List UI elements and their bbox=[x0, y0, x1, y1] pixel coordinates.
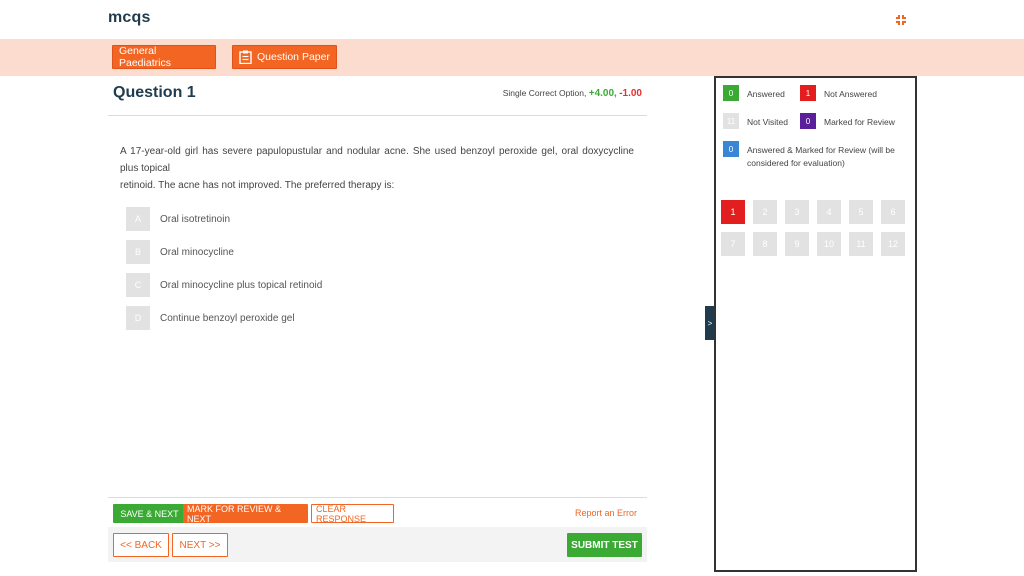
brand-logo[interactable]: mcqs bbox=[108, 9, 151, 27]
option-a[interactable]: A Oral isotretinoin bbox=[126, 207, 526, 231]
question-text: A 17-year-old girl has severe papulopust… bbox=[120, 143, 634, 194]
option-b[interactable]: B Oral minocycline bbox=[126, 240, 526, 264]
legend-not-visited: 11 Not Visited bbox=[723, 113, 803, 129]
question-number-button[interactable]: 3 bbox=[785, 200, 809, 224]
question-number-button[interactable]: 7 bbox=[721, 232, 745, 256]
legend-label: Not Answered bbox=[824, 89, 877, 99]
section-bar: General Paediatrics Question Paper bbox=[0, 39, 1024, 76]
question-text-line: retinoid. The acne has not improved. The… bbox=[120, 180, 395, 191]
marking-scheme: Single Correct Option, +4.00, -1.00 bbox=[503, 88, 642, 99]
option-text: Oral minocycline plus topical retinoid bbox=[160, 279, 323, 291]
question-header: Question 1 Single Correct Option, +4.00,… bbox=[108, 76, 647, 116]
question-number-button[interactable]: 6 bbox=[881, 200, 905, 224]
not-visited-count: 11 bbox=[723, 113, 739, 129]
option-letter: D bbox=[126, 306, 150, 330]
option-c[interactable]: C Oral minocycline plus topical retinoid bbox=[126, 273, 526, 297]
subject-label: General Paediatrics bbox=[119, 45, 171, 69]
question-number-button[interactable]: 2 bbox=[753, 200, 777, 224]
submit-test-button[interactable]: SUBMIT TEST bbox=[567, 533, 642, 557]
question-number-button[interactable]: 11 bbox=[849, 232, 873, 256]
option-letter: C bbox=[126, 273, 150, 297]
question-paper-button[interactable]: Question Paper bbox=[232, 45, 337, 69]
subject-tab-button[interactable]: General Paediatrics bbox=[112, 45, 216, 69]
back-button[interactable]: << BACK bbox=[113, 533, 169, 557]
question-number-button[interactable]: 8 bbox=[753, 232, 777, 256]
question-title: Question 1 bbox=[113, 84, 196, 101]
question-text-line: A 17-year-old girl has severe papulopust… bbox=[120, 146, 634, 174]
legend-label: Marked for Review bbox=[824, 117, 895, 127]
next-button[interactable]: NEXT >> bbox=[172, 533, 228, 557]
report-error-link[interactable]: Report an Error bbox=[575, 508, 637, 518]
question-paper-label: Question Paper bbox=[257, 51, 330, 63]
question-number-button[interactable]: 9 bbox=[785, 232, 809, 256]
legend-answered: 0 Answered bbox=[723, 85, 803, 101]
option-text: Oral isotretinoin bbox=[160, 213, 231, 225]
action-bar: SAVE & NEXT MARK FOR REVIEW & NEXT CLEAR… bbox=[108, 497, 647, 527]
legend-label: Answered bbox=[747, 89, 785, 99]
legend-not-answered: 1 Not Answered bbox=[800, 85, 910, 101]
negative-marks: -1.00 bbox=[619, 88, 642, 99]
save-next-button[interactable]: SAVE & NEXT bbox=[113, 504, 186, 523]
question-number-button[interactable]: 12 bbox=[881, 232, 905, 256]
legend-label: Answered & Marked for Review (will be co… bbox=[747, 145, 895, 168]
marked-count: 0 bbox=[800, 113, 816, 129]
legend-answered-marked: 0 Answered & Marked for Review (will be … bbox=[723, 141, 908, 170]
option-text: Oral minocycline bbox=[160, 246, 234, 258]
legend-label: Not Visited bbox=[747, 117, 788, 127]
answered-count: 0 bbox=[723, 85, 739, 101]
fullscreen-icon[interactable] bbox=[895, 14, 907, 26]
answered-marked-count: 0 bbox=[723, 141, 739, 157]
question-number-button[interactable]: 5 bbox=[849, 200, 873, 224]
mark-review-next-button[interactable]: MARK FOR REVIEW & NEXT bbox=[183, 504, 308, 524]
question-palette-panel: 0 Answered 1 Not Answered 11 Not Visited… bbox=[714, 76, 917, 572]
not-answered-count: 1 bbox=[800, 85, 816, 101]
question-number-button[interactable]: 4 bbox=[817, 200, 841, 224]
option-text: Continue benzoyl peroxide gel bbox=[160, 312, 295, 324]
top-bar: mcqs bbox=[0, 0, 1024, 39]
legend-marked: 0 Marked for Review bbox=[800, 113, 912, 129]
navigation-bar: << BACK NEXT >> SUBMIT TEST bbox=[108, 527, 647, 562]
clipboard-icon bbox=[239, 50, 252, 64]
option-letter: B bbox=[126, 240, 150, 264]
question-number-button[interactable]: 10 bbox=[817, 232, 841, 256]
question-type-label: Single Correct Option, bbox=[502, 88, 587, 98]
question-number-button[interactable]: 1 bbox=[721, 200, 745, 224]
clear-response-button[interactable]: CLEAR RESPONSE bbox=[311, 504, 394, 524]
option-letter: A bbox=[126, 207, 150, 231]
positive-marks: +4.00, bbox=[588, 88, 617, 99]
option-d[interactable]: D Continue benzoyl peroxide gel bbox=[126, 306, 526, 330]
